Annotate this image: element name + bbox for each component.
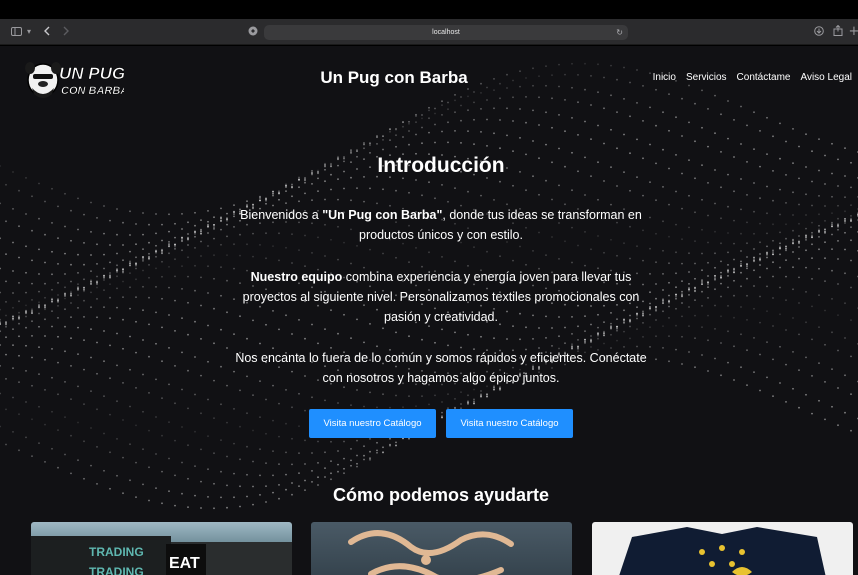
nav-aviso-legal[interactable]: Aviso Legal: [800, 72, 852, 83]
tshirt-photo-3: [619, 527, 826, 575]
main-nav: Inicio Servicios Contáctame Aviso Legal: [653, 72, 852, 83]
service-card-3[interactable]: [592, 522, 853, 575]
embroidery-photo-2: [348, 530, 514, 575]
nav-servicios[interactable]: Servicios: [686, 72, 727, 83]
intro-title: Introducción: [377, 154, 505, 177]
forward-icon[interactable]: [59, 24, 73, 40]
help-section-title: Cómo podemos ayudarte: [332, 485, 550, 505]
catalog-button-1[interactable]: Visita nuestro Catálogo: [309, 409, 436, 438]
download-icon[interactable]: [812, 24, 826, 40]
nav-contactame[interactable]: Contáctame: [737, 72, 791, 83]
sidebar-toggle-icon[interactable]: [9, 24, 23, 40]
screen-top-bar: [0, 0, 858, 19]
card1-text-2: TRADING: [89, 565, 144, 575]
intro-paragraph-1: Bienvenidos a "Un Pug con Barba", donde …: [231, 205, 651, 245]
card1-text-1: TRADING: [89, 545, 144, 559]
service-card-2[interactable]: [311, 522, 572, 575]
shield-icon: [246, 24, 260, 40]
card1-text-3: EAT: [169, 555, 200, 572]
p1-prefix: Bienvenidos a: [240, 208, 323, 222]
p1-brand: "Un Pug con Barba": [322, 208, 443, 222]
share-icon[interactable]: [831, 24, 845, 40]
catalog-button-2[interactable]: Visita nuestro Catálogo: [446, 409, 573, 438]
back-icon[interactable]: [40, 24, 54, 40]
textile-photo-1: TRADING TRADING EAT: [31, 536, 292, 575]
reload-icon[interactable]: ↻: [616, 25, 623, 40]
intro-paragraph-2: Nuestro equipo combina experiencia y ene…: [231, 267, 651, 327]
new-tab-icon[interactable]: +: [848, 24, 858, 40]
website-viewport: UN PUG CON BARBA Un Pug con Barba Inicio…: [0, 46, 858, 575]
intro-paragraph-3: Nos encanta lo fuera de lo común y somos…: [235, 351, 647, 385]
p2-team: Nuestro equipo: [250, 270, 343, 284]
address-text: localhost: [432, 29, 460, 36]
service-card-1[interactable]: TRADING TRADING EAT: [31, 522, 292, 575]
address-bar[interactable]: localhost ↻: [264, 25, 628, 40]
nav-inicio[interactable]: Inicio: [653, 72, 676, 83]
chevron-down-icon[interactable]: ▾: [24, 24, 34, 40]
